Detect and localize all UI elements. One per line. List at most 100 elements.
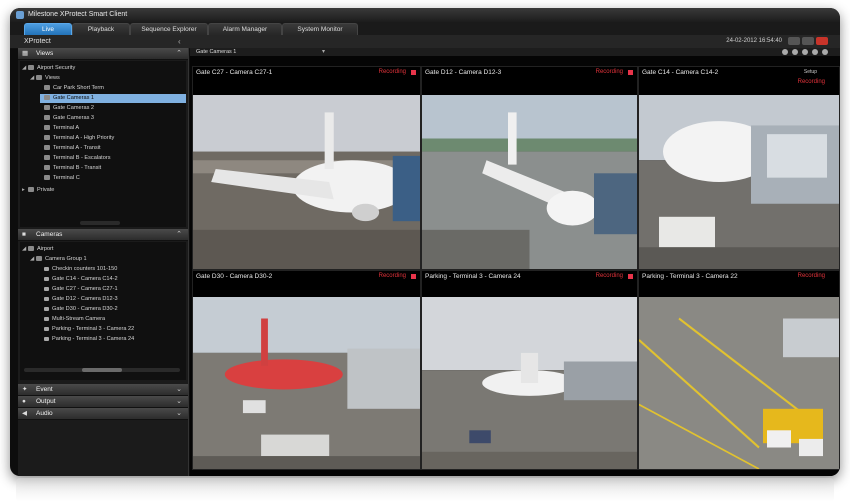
tree-item-view[interactable]: Terminal B - Transit xyxy=(44,164,101,173)
output-panel-title: Output xyxy=(36,398,56,405)
recording-indicator: Recording xyxy=(797,79,825,85)
date-time: 24-02-2012 16:54:40 xyxy=(726,38,782,44)
camera-tile[interactable]: Gate D30 - Camera D30-2 Recording xyxy=(192,270,421,470)
camera-tile[interactable]: Parking - Terminal 3 - Camera 24 Recordi… xyxy=(421,270,638,470)
expand-arrow-icon[interactable]: ◢ xyxy=(30,74,35,83)
tree-item-label: Gate Cameras 3 xyxy=(53,115,95,121)
camera-icon xyxy=(44,316,49,321)
left-pane: ▦ Views ⌃ ◢ Airport Security ◢ Views Car P… xyxy=(18,48,189,476)
scrollbar-thumb[interactable] xyxy=(82,368,122,372)
tree-item-camera[interactable]: Gate D12 - Camera D12-3 xyxy=(44,295,118,304)
tree-item-camera[interactable]: Gate D30 - Camera D30-2 xyxy=(44,305,118,314)
tree-item-label: Terminal C xyxy=(53,175,80,181)
chevron-up-icon[interactable]: ⌃ xyxy=(176,229,182,240)
view-layout-icon xyxy=(44,145,50,151)
folder-icon xyxy=(36,75,42,81)
expand-arrow-icon[interactable]: ◢ xyxy=(22,245,27,254)
tree-item-label: Views xyxy=(45,75,60,81)
cameras-tree: ◢ Airport ◢ Camera Group 1 Checkin counter… xyxy=(20,242,186,380)
folder-icon xyxy=(28,65,34,71)
tree-item-camera[interactable]: Parking - Terminal 3 - Camera 24 xyxy=(44,335,134,344)
toolbar-restore-icon[interactable] xyxy=(792,49,798,55)
tree-item-view[interactable]: Terminal A - Transit xyxy=(44,144,101,153)
views-panel-header[interactable]: ▦ Views ⌃ xyxy=(18,48,188,60)
tree-item-label: Airport xyxy=(37,246,54,252)
tree-item-view[interactable]: Terminal B - Escalators xyxy=(44,154,111,163)
tree-item-camera[interactable]: Gate C27 - Camera C27-1 xyxy=(44,285,118,294)
toolbar-help-icon[interactable] xyxy=(822,49,828,55)
recording-dot-icon xyxy=(411,70,416,75)
header-bar: XProtect ‹ 24-02-2012 16:54:40 xyxy=(10,35,840,49)
maximize-button[interactable] xyxy=(802,37,814,45)
chevron-up-icon[interactable]: ⌃ xyxy=(176,48,182,59)
tree-item-view[interactable]: Gate Cameras 3 xyxy=(44,114,94,123)
chevron-down-icon[interactable]: ⌄ xyxy=(176,384,182,395)
tree-item-view[interactable]: Terminal A - High Priority xyxy=(44,134,114,143)
tree-item-label: Gate D12 - Camera D12-3 xyxy=(52,296,118,302)
speaker-icon: ◀ xyxy=(22,410,27,417)
event-panel-header[interactable]: ✦ Event ⌄ xyxy=(18,384,188,396)
tree-item-camera[interactable]: Parking - Terminal 3 - Camera 22 xyxy=(44,325,134,334)
tree-item-camera[interactable]: Gate C14 - Camera C14-2 xyxy=(44,275,118,284)
chevron-down-icon[interactable]: ⌄ xyxy=(176,396,182,407)
collapse-left-pane-icon[interactable]: ‹ xyxy=(178,35,181,48)
output-panel-header[interactable]: ● Output ⌄ xyxy=(18,396,188,408)
view-layout-icon xyxy=(44,165,50,171)
tree-item-view-selected[interactable]: Gate Cameras 1 xyxy=(40,94,186,103)
dropdown-arrow-icon[interactable]: ▾ xyxy=(322,48,325,56)
tree-item-view[interactable]: Car Park Short Term xyxy=(44,84,104,93)
tree-item-views[interactable]: ◢ Views xyxy=(30,74,60,83)
camera-tile[interactable]: Gate C14 - Camera C14-2 Setup Recording xyxy=(638,66,840,270)
tree-item-label: Gate D30 - Camera D30-2 xyxy=(52,306,118,312)
camera-tile[interactable]: Gate C27 - Camera C27-1 Recording xyxy=(192,66,421,270)
tree-item-label: Terminal A - Transit xyxy=(53,145,101,151)
horizontal-scrollbar[interactable] xyxy=(24,368,180,372)
tree-item-label: Private xyxy=(37,187,55,193)
tree-item-airport[interactable]: ◢ Airport xyxy=(22,245,53,254)
audio-panel-header[interactable]: ◀ Audio ⌄ xyxy=(18,408,188,420)
close-button[interactable] xyxy=(816,37,828,45)
video-feed xyxy=(193,95,420,269)
camera-tile[interactable]: Parking - Terminal 3 - Camera 22 Recordi… xyxy=(638,270,840,470)
expand-arrow-icon[interactable]: ◢ xyxy=(30,255,35,264)
tree-item-airport-security[interactable]: ◢ Airport Security xyxy=(22,64,75,73)
tree-item-view[interactable]: Terminal A xyxy=(44,124,79,133)
recording-dot-icon xyxy=(628,70,633,75)
tree-item-label: Parking - Terminal 3 - Camera 24 xyxy=(52,336,135,342)
toolbar-settings-icon[interactable] xyxy=(802,49,808,55)
chevron-down-icon[interactable]: ⌄ xyxy=(176,408,182,419)
tree-item-camera[interactable]: Checkin counters 101-150 xyxy=(44,265,117,274)
collapse-arrow-icon[interactable]: ▸ xyxy=(22,186,27,195)
tree-item-private[interactable]: ▸ Private xyxy=(22,186,54,195)
view-layout-icon xyxy=(44,85,50,91)
video-frame xyxy=(639,297,839,469)
expand-arrow-icon[interactable]: ◢ xyxy=(22,64,27,73)
view-layout-icon xyxy=(44,95,50,101)
tree-item-label: Multi-Stream Camera xyxy=(52,316,106,322)
tree-item-view[interactable]: Terminal C xyxy=(44,174,80,183)
title-bar: Milestone XProtect Smart Client xyxy=(10,8,840,22)
recording-dot-icon xyxy=(411,274,416,279)
camera-icon xyxy=(44,326,49,331)
minimize-button[interactable] xyxy=(788,37,800,45)
video-feed xyxy=(193,297,420,469)
camera-icon: ■ xyxy=(22,231,26,238)
camera-icon xyxy=(44,266,49,271)
cameras-panel-header[interactable]: ■ Cameras ⌃ xyxy=(18,229,188,241)
current-view-selector[interactable]: Gate Cameras 1 xyxy=(196,48,236,56)
tree-item-camera-group[interactable]: ◢ Camera Group 1 xyxy=(30,255,87,264)
views-splitter-handle[interactable] xyxy=(80,221,120,225)
camera-tile[interactable]: Gate D12 - Camera D12-3 Recording xyxy=(421,66,638,270)
views-tree: ◢ Airport Security ◢ Views Car Park Short … xyxy=(20,61,186,227)
tree-item-view[interactable]: Gate Cameras 2 xyxy=(44,104,94,113)
toolbar-fullscreen-icon[interactable] xyxy=(812,49,818,55)
view-area: Gate Cameras 1 ▾ Gate C27 - Camera C27-1… xyxy=(190,48,840,476)
tree-item-label: Terminal B - Escalators xyxy=(53,155,111,161)
screen-reflection xyxy=(16,478,834,502)
video-feed xyxy=(422,297,637,469)
tree-item-camera[interactable]: Multi-Stream Camera xyxy=(44,315,105,324)
tree-item-label: Airport Security xyxy=(37,65,76,71)
toolbar-minimize-icon[interactable] xyxy=(782,49,788,55)
setup-button[interactable]: Setup xyxy=(804,67,817,77)
folder-icon xyxy=(28,187,34,193)
